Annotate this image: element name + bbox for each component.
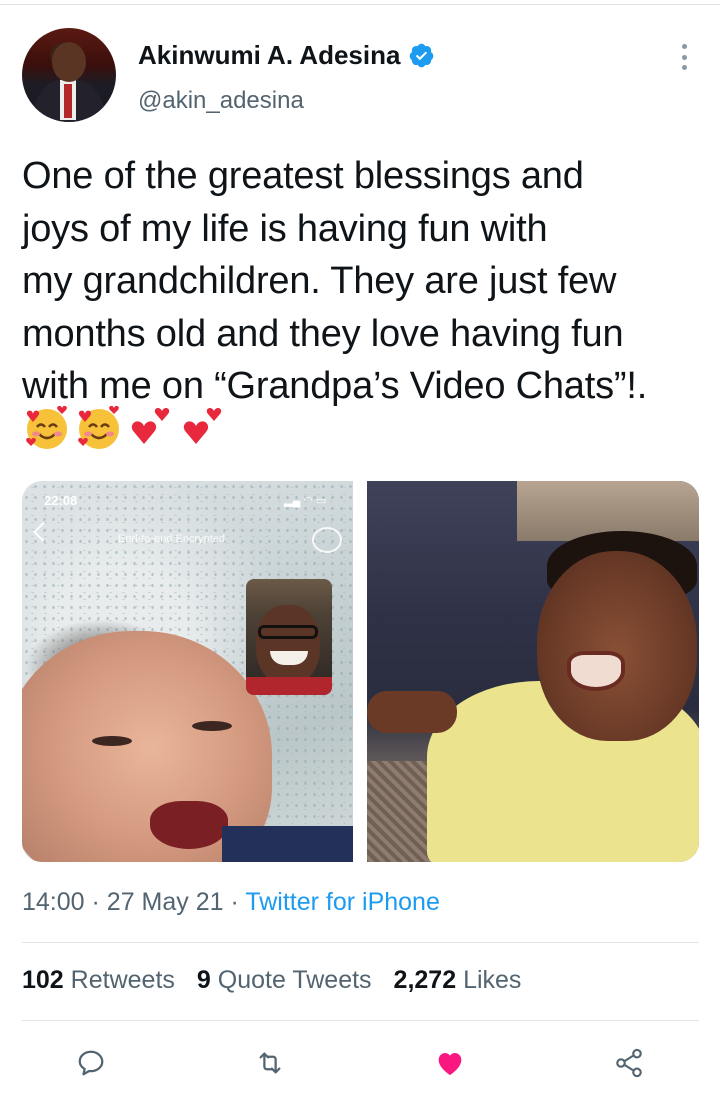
video-chat-screenshot-image[interactable]: 22:08 ▂▄ ◠ ▭ End-to-end Encrypted (22, 481, 353, 862)
quote-tweets-stat[interactable]: 9 Quote Tweets (197, 966, 372, 995)
quote-tweets-label: Quote Tweets (217, 966, 372, 994)
retweet-button[interactable] (250, 1040, 290, 1086)
engagement-stats: 102 Retweets 9 Quote Tweets 2,272 Likes (22, 966, 543, 995)
likes-label: Likes (463, 966, 522, 994)
media-grid[interactable]: 22:08 ▂▄ ◠ ▭ End-to-end Encrypted (22, 481, 699, 862)
tweet-line: One of the greatest blessings and (22, 155, 584, 197)
smiling-face-with-hearts-icon (78, 405, 119, 449)
tweet-time[interactable]: 14:00 (22, 888, 85, 916)
like-button[interactable] (430, 1040, 470, 1086)
two-hearts-icon (183, 407, 222, 444)
tweet-line: months old and they love having fun (22, 312, 624, 355)
smiling-face-with-hearts-icon (26, 405, 67, 449)
divider (22, 1020, 699, 1021)
retweets-stat[interactable]: 102 Retweets (22, 966, 175, 995)
quote-tweets-count: 9 (196, 966, 211, 994)
author-name-row[interactable]: Akinwumi A. Adesina (138, 40, 435, 71)
tweet-text: One of the greatest blessings and joys o… (22, 150, 702, 413)
likes-stat[interactable]: 2,272 Likes (394, 966, 522, 995)
tweet-source-link[interactable]: Twitter for iPhone (245, 888, 440, 916)
status-time: 22:08 (44, 493, 78, 508)
tweet-line: my grandchildren. They are just few (22, 260, 617, 302)
top-divider (0, 4, 720, 5)
retweets-label: Retweets (70, 966, 175, 994)
avatar[interactable] (22, 28, 116, 122)
retweet-icon (259, 1052, 281, 1074)
more-options-icon[interactable] (673, 42, 695, 72)
tweet-date[interactable]: 27 May 21 (107, 888, 224, 916)
reply-button[interactable] (71, 1040, 111, 1086)
share-icon (616, 1048, 642, 1078)
reply-icon (78, 1050, 104, 1076)
meta-separator: · (230, 888, 239, 916)
two-hearts-icon (131, 407, 170, 444)
status-icons: ▂▄ ◠ ▭ (284, 495, 327, 507)
divider (22, 942, 699, 943)
meta-separator: · (91, 888, 100, 916)
add-user-icon (312, 527, 342, 553)
emoji-row (22, 402, 228, 452)
verified-badge-icon (410, 43, 434, 68)
picture-in-picture-video (246, 579, 332, 695)
author-handle[interactable]: @akin_adesina (138, 87, 304, 115)
tweet-meta: 14:00 · 27 May 21 · Twitter for iPhone (22, 888, 440, 917)
likes-count: 2,272 (393, 966, 457, 994)
tweet-line: joys of my life is having fun with (22, 207, 548, 250)
action-bar (0, 1040, 720, 1088)
share-button[interactable] (609, 1040, 649, 1086)
retweets-count: 102 (22, 966, 64, 994)
laughing-baby-image[interactable] (367, 481, 699, 862)
heart-filled-icon (438, 1053, 462, 1075)
author-name[interactable]: Akinwumi A. Adesina (138, 40, 400, 71)
encryption-label: End-to-end Encrypted (118, 533, 226, 545)
